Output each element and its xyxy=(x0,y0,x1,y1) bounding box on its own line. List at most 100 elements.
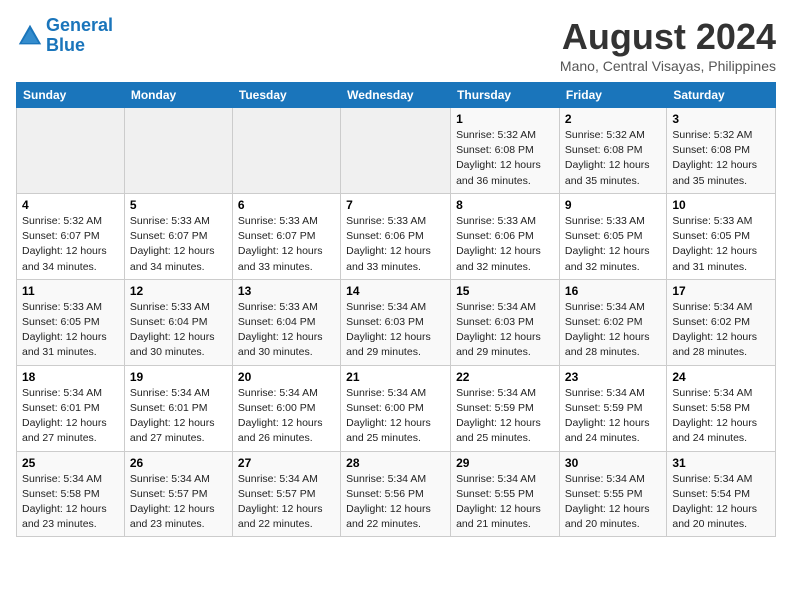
calendar-cell: 14 Sunrise: 5:34 AMSunset: 6:03 PMDayligh… xyxy=(341,279,451,365)
cell-content: Sunrise: 5:34 AMSunset: 6:02 PMDaylight:… xyxy=(672,300,770,361)
cell-content: Sunrise: 5:33 AMSunset: 6:07 PMDaylight:… xyxy=(238,214,335,275)
cell-content: Sunrise: 5:32 AMSunset: 6:08 PMDaylight:… xyxy=(672,128,770,189)
week-row-3: 11 Sunrise: 5:33 AMSunset: 6:05 PMDayligh… xyxy=(17,279,776,365)
calendar-cell: 23Sunrise: 5:34 AMSunset: 5:59 PMDayligh… xyxy=(559,365,666,451)
calendar-cell xyxy=(17,108,125,194)
day-header-sunday: Sunday xyxy=(17,83,125,108)
calendar-cell: 28 Sunrise: 5:34 AMSunset: 5:56 PMDayligh… xyxy=(341,451,451,537)
cell-content: Sunrise: 5:33 AMSunset: 6:04 PMDaylight:… xyxy=(130,300,227,361)
day-number: 15 xyxy=(456,284,554,298)
day-header-saturday: Saturday xyxy=(667,83,776,108)
calendar-cell: 5Sunrise: 5:33 AMSunset: 6:07 PMDaylight… xyxy=(124,193,232,279)
calendar-cell: 17 Sunrise: 5:34 AMSunset: 6:02 PMDayligh… xyxy=(667,279,776,365)
day-number: 7 xyxy=(346,198,445,212)
day-header-thursday: Thursday xyxy=(451,83,560,108)
day-number: 9 xyxy=(565,198,661,212)
calendar-cell xyxy=(341,108,451,194)
day-number: 4 xyxy=(22,198,119,212)
calendar-cell: 25 Sunrise: 5:34 AMSunset: 5:58 PMDayligh… xyxy=(17,451,125,537)
cell-content: Sunrise: 5:33 AMSunset: 6:05 PMDaylight:… xyxy=(672,214,770,275)
calendar-cell: 29Sunrise: 5:34 AMSunset: 5:55 PMDayligh… xyxy=(451,451,560,537)
day-number: 23 xyxy=(565,370,661,384)
day-header-monday: Monday xyxy=(124,83,232,108)
day-number: 19 xyxy=(130,370,227,384)
day-number: 1 xyxy=(456,112,554,126)
calendar-cell: 7 Sunrise: 5:33 AMSunset: 6:06 PMDaylight… xyxy=(341,193,451,279)
day-number: 24 xyxy=(672,370,770,384)
day-number: 27 xyxy=(238,456,335,470)
cell-content: Sunrise: 5:34 AMSunset: 6:02 PMDaylight:… xyxy=(565,300,661,361)
cell-content: Sunrise: 5:34 AMSunset: 5:58 PMDaylight:… xyxy=(672,386,770,447)
calendar-table: SundayMondayTuesdayWednesdayThursdayFrid… xyxy=(16,82,776,537)
month-year: August 2024 xyxy=(560,16,776,58)
calendar-cell: 10 Sunrise: 5:33 AMSunset: 6:05 PMDayligh… xyxy=(667,193,776,279)
cell-content: Sunrise: 5:34 AMSunset: 5:57 PMDaylight:… xyxy=(130,472,227,533)
day-number: 25 xyxy=(22,456,119,470)
day-header-friday: Friday xyxy=(559,83,666,108)
calendar-header: SundayMondayTuesdayWednesdayThursdayFrid… xyxy=(17,83,776,108)
week-row-5: 25 Sunrise: 5:34 AMSunset: 5:58 PMDayligh… xyxy=(17,451,776,537)
cell-content: Sunrise: 5:34 AMSunset: 6:00 PMDaylight:… xyxy=(238,386,335,447)
calendar-cell: 1Sunrise: 5:32 AMSunset: 6:08 PMDaylight… xyxy=(451,108,560,194)
cell-content: Sunrise: 5:34 AMSunset: 6:01 PMDaylight:… xyxy=(22,386,119,447)
calendar-cell: 13Sunrise: 5:33 AMSunset: 6:04 PMDayligh… xyxy=(232,279,340,365)
cell-content: Sunrise: 5:34 AMSunset: 5:59 PMDaylight:… xyxy=(456,386,554,447)
logo: General Blue xyxy=(16,16,113,56)
calendar-cell: 31Sunrise: 5:34 AMSunset: 5:54 PMDayligh… xyxy=(667,451,776,537)
page-header: General Blue August 2024 Mano, Central V… xyxy=(16,16,776,74)
day-number: 16 xyxy=(565,284,661,298)
day-number: 10 xyxy=(672,198,770,212)
day-number: 6 xyxy=(238,198,335,212)
cell-content: Sunrise: 5:33 AMSunset: 6:05 PMDaylight:… xyxy=(565,214,661,275)
cell-content: Sunrise: 5:34 AMSunset: 6:03 PMDaylight:… xyxy=(346,300,445,361)
day-number: 28 xyxy=(346,456,445,470)
cell-content: Sunrise: 5:34 AMSunset: 5:55 PMDaylight:… xyxy=(565,472,661,533)
week-row-4: 18 Sunrise: 5:34 AMSunset: 6:01 PMDayligh… xyxy=(17,365,776,451)
day-number: 14 xyxy=(346,284,445,298)
day-number: 2 xyxy=(565,112,661,126)
title-block: August 2024 Mano, Central Visayas, Phili… xyxy=(560,16,776,74)
location: Mano, Central Visayas, Philippines xyxy=(560,58,776,74)
calendar-cell xyxy=(232,108,340,194)
calendar-cell: 20 Sunrise: 5:34 AMSunset: 6:00 PMDayligh… xyxy=(232,365,340,451)
cell-content: Sunrise: 5:32 AMSunset: 6:07 PMDaylight:… xyxy=(22,214,119,275)
cell-content: Sunrise: 5:34 AMSunset: 6:01 PMDaylight:… xyxy=(130,386,227,447)
calendar-cell: 18 Sunrise: 5:34 AMSunset: 6:01 PMDayligh… xyxy=(17,365,125,451)
week-row-2: 4 Sunrise: 5:32 AMSunset: 6:07 PMDaylight… xyxy=(17,193,776,279)
calendar-cell: 8Sunrise: 5:33 AMSunset: 6:06 PMDaylight… xyxy=(451,193,560,279)
day-header-tuesday: Tuesday xyxy=(232,83,340,108)
calendar-cell: 11 Sunrise: 5:33 AMSunset: 6:05 PMDayligh… xyxy=(17,279,125,365)
calendar-cell: 27 Sunrise: 5:34 AMSunset: 5:57 PMDayligh… xyxy=(232,451,340,537)
week-row-1: 1 Sunrise: 5:32 AMSunset: 6:08 PMDaylight… xyxy=(17,108,776,194)
cell-content: Sunrise: 5:33 AMSunset: 6:07 PMDaylight:… xyxy=(130,214,227,275)
cell-content: Sunrise: 5:33 AMSunset: 6:05 PMDaylight:… xyxy=(22,300,119,361)
cell-content: Sunrise: 5:34 AMSunset: 5:58 PMDaylight:… xyxy=(22,472,119,533)
day-number: 11 xyxy=(22,284,119,298)
cell-content: Sunrise: 5:32 AMSunset: 6:08 PMDaylight:… xyxy=(565,128,661,189)
day-number: 30 xyxy=(565,456,661,470)
logo-line2: Blue xyxy=(46,35,85,55)
cell-content: Sunrise: 5:34 AMSunset: 5:56 PMDaylight:… xyxy=(346,472,445,533)
day-number: 17 xyxy=(672,284,770,298)
header-row: SundayMondayTuesdayWednesdayThursdayFrid… xyxy=(17,83,776,108)
day-number: 22 xyxy=(456,370,554,384)
cell-content: Sunrise: 5:34 AMSunset: 5:57 PMDaylight:… xyxy=(238,472,335,533)
calendar-cell: 6 Sunrise: 5:33 AMSunset: 6:07 PMDaylight… xyxy=(232,193,340,279)
calendar-cell: 26 Sunrise: 5:34 AMSunset: 5:57 PMDayligh… xyxy=(124,451,232,537)
calendar-cell: 9 Sunrise: 5:33 AMSunset: 6:05 PMDaylight… xyxy=(559,193,666,279)
day-number: 20 xyxy=(238,370,335,384)
calendar-cell xyxy=(124,108,232,194)
calendar-cell: 21Sunrise: 5:34 AMSunset: 6:00 PMDayligh… xyxy=(341,365,451,451)
calendar-cell: 30 Sunrise: 5:34 AMSunset: 5:55 PMDayligh… xyxy=(559,451,666,537)
calendar-cell: 16 Sunrise: 5:34 AMSunset: 6:02 PMDayligh… xyxy=(559,279,666,365)
cell-content: Sunrise: 5:33 AMSunset: 6:06 PMDaylight:… xyxy=(346,214,445,275)
calendar-cell: 2 Sunrise: 5:32 AMSunset: 6:08 PMDaylight… xyxy=(559,108,666,194)
logo-icon xyxy=(16,22,44,50)
day-number: 18 xyxy=(22,370,119,384)
calendar-cell: 22 Sunrise: 5:34 AMSunset: 5:59 PMDayligh… xyxy=(451,365,560,451)
calendar-cell: 24 Sunrise: 5:34 AMSunset: 5:58 PMDayligh… xyxy=(667,365,776,451)
day-number: 26 xyxy=(130,456,227,470)
calendar-cell: 15Sunrise: 5:34 AMSunset: 6:03 PMDayligh… xyxy=(451,279,560,365)
day-number: 21 xyxy=(346,370,445,384)
cell-content: Sunrise: 5:33 AMSunset: 6:04 PMDaylight:… xyxy=(238,300,335,361)
